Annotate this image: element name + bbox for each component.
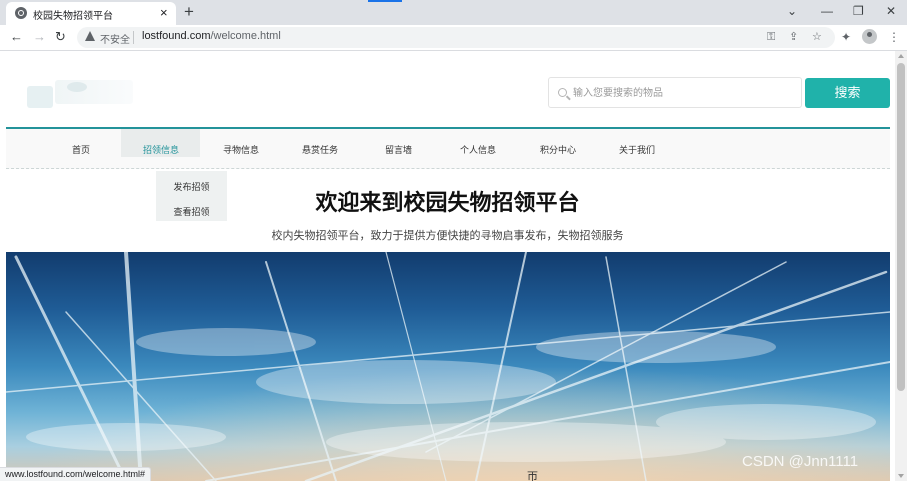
search-button[interactable]: 搜索	[805, 78, 890, 108]
site-logo[interactable]	[27, 80, 135, 108]
nav-item-about[interactable]: 关于我们	[619, 143, 655, 156]
url-path: /welcome.html	[210, 30, 281, 42]
logo-accent	[67, 82, 87, 92]
page-subtitle: 校内失物招领平台，致力于提供方便快捷的寻物启事发布，失物招领服务	[271, 230, 624, 242]
hero-banner-image	[6, 252, 890, 481]
scroll-up-icon[interactable]	[898, 54, 904, 58]
nav-item-message-wall[interactable]: 留言墙	[385, 143, 412, 156]
reload-icon[interactable]: ↻	[55, 29, 66, 45]
extensions-icon[interactable]: ✦	[841, 29, 851, 45]
menu-icon[interactable]: ⋮	[888, 29, 900, 45]
tab-accent-bar	[368, 0, 402, 2]
forward-arrow-icon[interactable]: →	[33, 29, 46, 45]
page-viewport: 搜索 首页 招领信息 寻物信息 悬赏任务 留言墙 个人信息 积分中心 关于我们 …	[0, 51, 907, 481]
nav-item-points[interactable]: 积分中心	[540, 143, 576, 156]
search-input[interactable]	[573, 84, 793, 102]
back-arrow-icon[interactable]: ←	[10, 29, 23, 45]
address-bar[interactable]: 不安全 lostfound.com/welcome.html ⚿ ⇪ ☆	[77, 27, 835, 48]
search-icon	[558, 88, 567, 97]
minimize-icon[interactable]: —	[821, 2, 833, 20]
security-label[interactable]: 不安全	[100, 31, 130, 46]
browser-tab-strip: 校园失物招领平台 × + ⌄ — ❐ ✕	[0, 0, 907, 25]
nav-item-found-info[interactable]: 招领信息	[143, 143, 179, 156]
bookmark-star-icon[interactable]: ☆	[812, 30, 822, 44]
profile-avatar-icon[interactable]	[862, 29, 877, 44]
key-icon[interactable]: ⚿	[767, 30, 775, 44]
banner-glyph: 帀	[527, 471, 538, 481]
main-nav: 首页 招领信息 寻物信息 悬赏任务 留言墙 个人信息 积分中心 关于我们	[6, 129, 890, 169]
watermark: CSDN @Jnn1111	[742, 453, 859, 470]
tab-search-icon[interactable]: ⌄	[787, 2, 797, 20]
maximize-icon[interactable]: ❐	[853, 2, 864, 20]
warning-icon[interactable]	[85, 31, 95, 41]
address-divider	[133, 31, 134, 44]
nav-item-home[interactable]: 首页	[72, 143, 90, 156]
share-icon[interactable]: ⇪	[789, 30, 798, 44]
nav-item-bounty[interactable]: 悬赏任务	[302, 143, 338, 156]
close-window-icon[interactable]: ✕	[886, 2, 896, 20]
nav-item-profile[interactable]: 个人信息	[460, 143, 496, 156]
url-text[interactable]: lostfound.com/welcome.html	[142, 30, 281, 42]
tab-close-icon[interactable]: ×	[160, 5, 168, 21]
scroll-thumb[interactable]	[897, 63, 905, 391]
sky-contrails-graphic	[6, 252, 890, 481]
globe-icon	[15, 7, 27, 19]
page-scrollbar[interactable]	[895, 51, 907, 481]
browser-toolbar: ← → ↻ 不安全 lostfound.com/welcome.html ⚿ ⇪…	[0, 25, 907, 51]
nav-item-lost-info[interactable]: 寻物信息	[223, 143, 259, 156]
tab-title: 校园失物招领平台	[33, 11, 113, 22]
search-box	[548, 77, 802, 108]
logo-mark	[27, 86, 53, 108]
logo-wordmark	[55, 80, 133, 104]
browser-tab[interactable]: 校园失物招领平台 ×	[6, 2, 176, 25]
status-url-bar: www.lostfound.com/welcome.html#	[0, 467, 152, 481]
scroll-down-icon[interactable]	[898, 474, 904, 478]
url-host: lostfound.com	[142, 30, 211, 42]
page-title: 欢迎来到校园失物招领平台	[315, 190, 580, 215]
new-tab-icon[interactable]: +	[184, 2, 194, 22]
